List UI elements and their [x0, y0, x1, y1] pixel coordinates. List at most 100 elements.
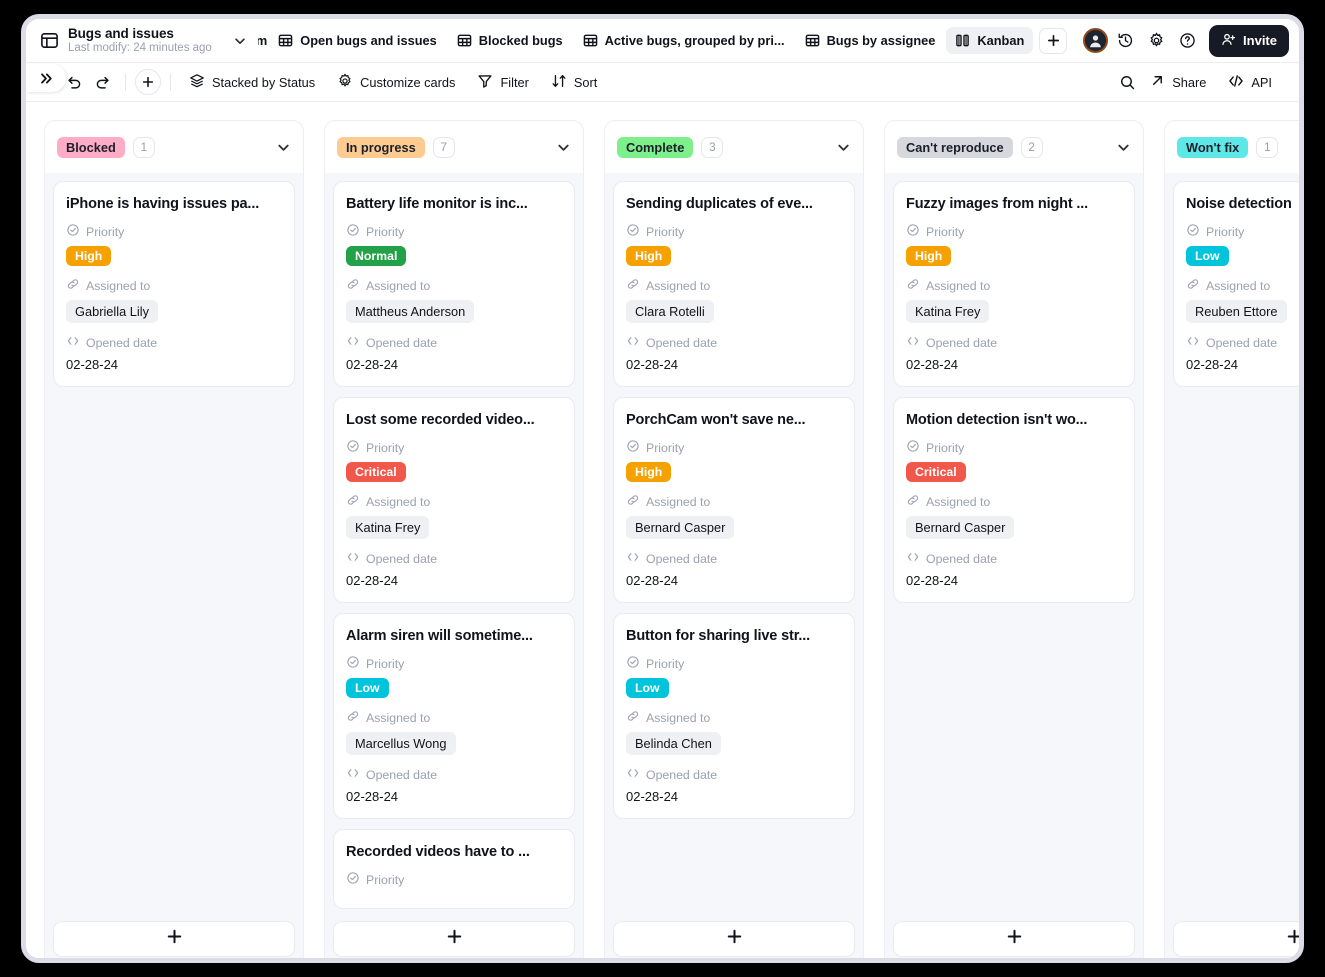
card-list: Sending duplicates of eve...PriorityHigh…	[613, 181, 855, 913]
plus-icon	[446, 928, 463, 950]
assignee-badge: Clara Rotelli	[626, 300, 714, 323]
share-button[interactable]: Share	[1141, 68, 1215, 96]
sidebar-expand-button[interactable]	[26, 64, 66, 92]
assigned-to-field-label: Assigned to	[906, 493, 1120, 510]
card-title: Fuzzy images from night ...	[906, 196, 1120, 212]
add-card-button[interactable]	[53, 921, 295, 957]
user-plus-icon	[1221, 32, 1236, 50]
add-card-button[interactable]	[613, 921, 855, 957]
field-label-text: Assigned to	[366, 711, 430, 725]
code-brackets-icon	[906, 550, 920, 567]
link-icon	[626, 493, 640, 510]
assigned-to-field-label: Assigned to	[626, 493, 840, 510]
last-modified-text: Last modify: 24 minutes ago	[68, 42, 212, 55]
opened-date-value: 02-28-24	[346, 357, 560, 372]
filter-button[interactable]: Filter	[468, 68, 537, 97]
gear-icon[interactable]	[1143, 27, 1170, 54]
tab-bugs-by-assignee[interactable]: Bugs by assignee	[796, 27, 945, 54]
table-icon	[583, 33, 598, 48]
status-badge: In progress	[337, 137, 425, 158]
card-list: Noise detectionPriorityLowAssigned toReu…	[1173, 181, 1299, 913]
card-list: Battery life monitor is inc...PriorityNo…	[333, 181, 575, 913]
add-card-button[interactable]	[1173, 921, 1299, 957]
api-button[interactable]: API	[1219, 68, 1281, 97]
assigned-to-field-label: Assigned to	[906, 277, 1120, 294]
page-title: Bugs and issues	[68, 26, 212, 41]
chevron-down-icon[interactable]	[276, 140, 291, 155]
add-view-button[interactable]	[1039, 28, 1067, 54]
kanban-card[interactable]: Sending duplicates of eve...PriorityHigh…	[613, 181, 855, 387]
assignee-badge: Bernard Casper	[906, 516, 1014, 539]
tab-open-bugs-and-issues[interactable]: Open bugs and issues	[269, 27, 446, 54]
plus-icon	[1286, 928, 1300, 950]
customize-cards-button[interactable]: Customize cards	[328, 68, 464, 97]
card-count: 2	[1021, 137, 1043, 158]
add-record-button[interactable]	[135, 69, 161, 95]
kanban-card[interactable]: Alarm siren will sometime...PriorityLowA…	[333, 613, 575, 819]
history-icon[interactable]	[1112, 27, 1139, 54]
title-chevron-down-icon[interactable]	[228, 29, 252, 53]
question-circle-icon[interactable]	[1174, 27, 1201, 54]
field-label-text: Assigned to	[646, 495, 710, 509]
chevron-down-icon[interactable]	[1116, 140, 1131, 155]
card-list: Fuzzy images from night ...PriorityHighA…	[893, 181, 1135, 913]
assigned-to-field-label: Assigned to	[626, 277, 840, 294]
toolbar-divider	[170, 74, 171, 91]
document-title-block[interactable]: Bugs and issues Last modify: 24 minutes …	[40, 26, 212, 55]
sort-button[interactable]: Sort	[542, 68, 606, 97]
kanban-card[interactable]: Motion detection isn't wo...PriorityCrit…	[893, 397, 1135, 603]
card-count: 3	[701, 137, 723, 158]
priority-badge: High	[626, 246, 671, 266]
invite-button[interactable]: Invite	[1209, 25, 1289, 57]
kanban-card[interactable]: Noise detectionPriorityLowAssigned toReu…	[1173, 181, 1299, 387]
field-label-text: Priority	[86, 225, 124, 239]
gear-icon	[337, 73, 353, 92]
field-label-text: Opened date	[646, 552, 717, 566]
code-brackets-icon	[346, 766, 360, 783]
card-title: Recorded videos have to ...	[346, 844, 560, 860]
chevron-down-icon[interactable]	[836, 140, 851, 155]
column-body: Battery life monitor is inc...PriorityNo…	[324, 173, 584, 963]
tab-kanban[interactable]: Kanban	[946, 27, 1033, 54]
priority-badge: Normal	[346, 246, 406, 266]
kanban-card[interactable]: Recorded videos have to ...Priority	[333, 829, 575, 909]
field-label-text: Assigned to	[926, 495, 990, 509]
field-label-text: Priority	[646, 441, 684, 455]
assignee-badge: Katina Frey	[906, 300, 989, 323]
link-icon	[906, 277, 920, 294]
chevron-down-icon[interactable]	[556, 140, 571, 155]
card-title: Motion detection isn't wo...	[906, 412, 1120, 428]
tab-truncated[interactable]: m	[258, 27, 267, 54]
kanban-card[interactable]: Fuzzy images from night ...PriorityHighA…	[893, 181, 1135, 387]
top-bar: Bugs and issues Last modify: 24 minutes …	[26, 19, 1299, 63]
kanban-card[interactable]: Battery life monitor is inc...PriorityNo…	[333, 181, 575, 387]
kanban-column: Can't reproduce2Fuzzy images from night …	[884, 120, 1144, 963]
plus-icon	[726, 928, 743, 950]
opened-date-field-label: Opened date	[346, 550, 560, 567]
toolbar: Stacked by Status Customize cards Filter…	[26, 63, 1299, 102]
assigned-to-field-label: Assigned to	[1186, 277, 1299, 294]
redo-icon[interactable]	[88, 69, 116, 95]
column-body: Sending duplicates of eve...PriorityHigh…	[604, 173, 864, 963]
kanban-card[interactable]: Lost some recorded video...PriorityCriti…	[333, 397, 575, 603]
tab-truncated-label: m	[258, 33, 267, 48]
status-badge: Blocked	[57, 137, 125, 158]
assignee-badge: Mattheus Anderson	[346, 300, 474, 323]
plus-icon	[166, 928, 183, 950]
card-count: 1	[1256, 137, 1278, 158]
kanban-card[interactable]: iPhone is having issues pa...PriorityHig…	[53, 181, 295, 387]
field-label-text: Assigned to	[366, 495, 430, 509]
kanban-card[interactable]: Button for sharing live str...PriorityLo…	[613, 613, 855, 819]
toolbar-divider	[125, 74, 126, 91]
tab-active-bugs-grouped-by-priority[interactable]: Active bugs, grouped by pri...	[574, 27, 794, 54]
avatar[interactable]	[1083, 28, 1108, 53]
add-card-button[interactable]	[893, 921, 1135, 957]
kanban-card[interactable]: PorchCam won't save ne...PriorityHighAss…	[613, 397, 855, 603]
tab-blocked-bugs[interactable]: Blocked bugs	[448, 27, 572, 54]
code-brackets-icon	[346, 334, 360, 351]
add-card-button[interactable]	[333, 921, 575, 957]
sort-icon	[551, 73, 567, 92]
search-icon[interactable]	[1113, 69, 1141, 95]
status-badge: Won't fix	[1177, 137, 1248, 158]
stacked-by-status-button[interactable]: Stacked by Status	[180, 68, 324, 97]
